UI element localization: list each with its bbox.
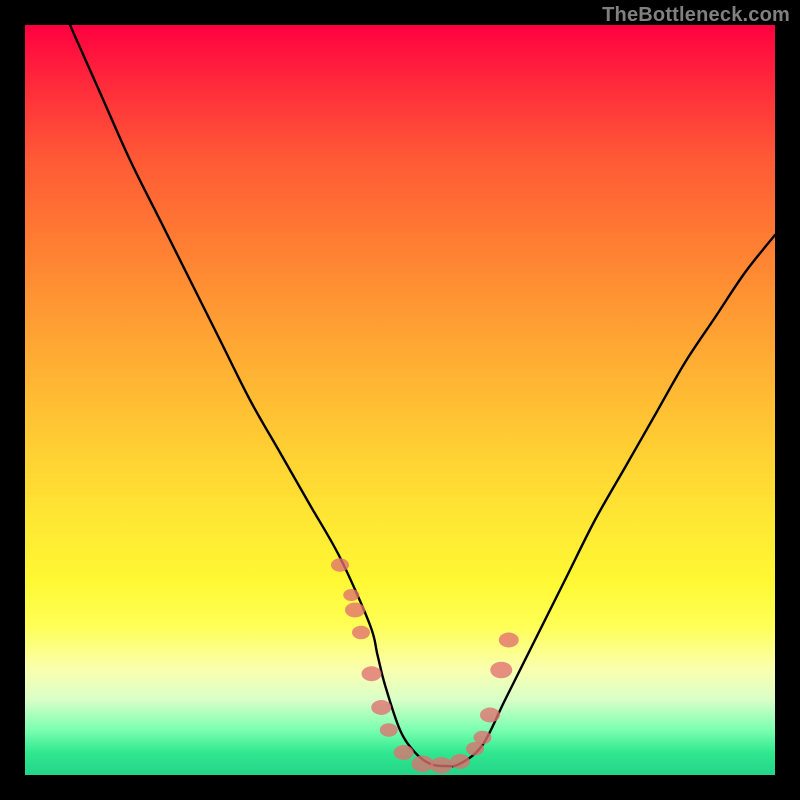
- data-marker: [394, 745, 414, 760]
- data-marker: [480, 708, 500, 723]
- data-marker: [412, 756, 434, 773]
- data-marker: [371, 700, 391, 715]
- data-marker: [450, 754, 470, 769]
- marker-group: [331, 558, 519, 773]
- data-marker: [343, 589, 359, 601]
- data-marker: [331, 558, 349, 572]
- data-marker: [430, 757, 452, 774]
- data-marker: [380, 723, 398, 737]
- data-marker: [352, 626, 370, 640]
- chart-svg: [25, 25, 775, 775]
- data-marker: [362, 666, 382, 681]
- data-marker: [499, 633, 519, 648]
- watermark-text: TheBottleneck.com: [602, 4, 790, 27]
- data-marker: [345, 603, 365, 618]
- chart-frame: TheBottleneck.com: [0, 0, 800, 800]
- data-marker: [490, 662, 512, 679]
- curve-path: [70, 25, 775, 766]
- plot-area: [25, 25, 775, 775]
- data-marker: [474, 731, 492, 745]
